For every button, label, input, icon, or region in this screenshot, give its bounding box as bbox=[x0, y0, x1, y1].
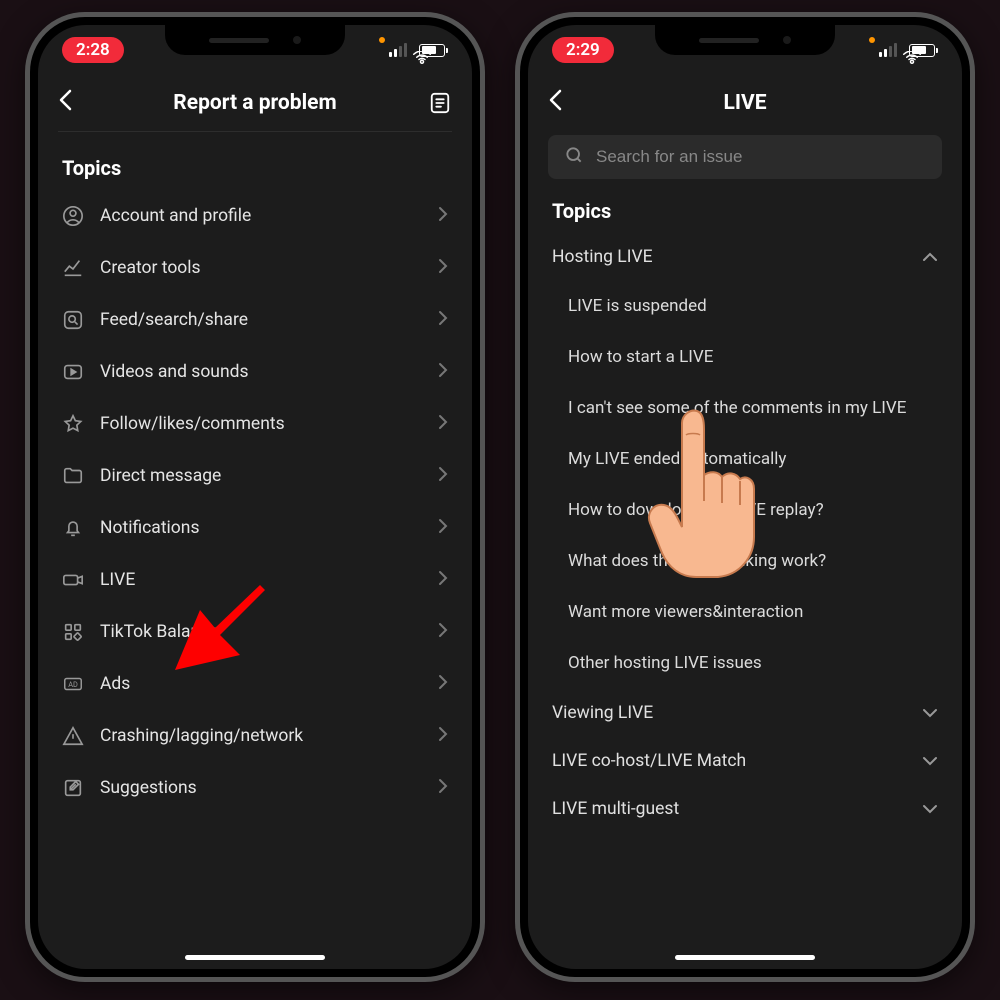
chart-icon bbox=[62, 257, 84, 279]
accordion-cohost[interactable]: LIVE co-host/LIVE Match bbox=[528, 737, 962, 785]
chevron-right-icon bbox=[438, 310, 448, 330]
sub-item-comments[interactable]: I can't see some of the comments in my L… bbox=[568, 383, 938, 434]
recording-indicator-dot bbox=[379, 37, 385, 43]
search-input[interactable] bbox=[596, 147, 926, 167]
chevron-right-icon bbox=[438, 570, 448, 590]
sub-item-download-replay[interactable]: How to download my LIVE replay? bbox=[568, 485, 938, 536]
search-icon bbox=[62, 309, 84, 331]
chevron-right-icon bbox=[438, 726, 448, 746]
chevron-right-icon bbox=[438, 622, 448, 642]
recording-indicator-dot bbox=[869, 37, 875, 43]
section-title: Topics bbox=[528, 183, 962, 233]
phone-left: 2:28 Report a problem Topics bbox=[25, 12, 485, 982]
menu-item-balance[interactable]: TikTok Balance bbox=[58, 606, 452, 658]
phone-right: 2:29 LIVE bbox=[515, 12, 975, 982]
chevron-up-icon bbox=[922, 247, 938, 267]
warning-icon bbox=[62, 725, 84, 747]
status-time: 2:29 bbox=[552, 37, 614, 63]
menu-item-dm[interactable]: Direct message bbox=[58, 450, 452, 502]
menu-item-suggestions[interactable]: Suggestions bbox=[58, 762, 452, 814]
battery-icon bbox=[419, 44, 448, 57]
chevron-right-icon bbox=[438, 414, 448, 434]
sub-item-start-live[interactable]: How to start a LIVE bbox=[568, 332, 938, 383]
cellular-signal-icon bbox=[389, 43, 407, 57]
account-icon bbox=[62, 205, 84, 227]
accordion-label: Viewing LIVE bbox=[552, 703, 653, 723]
home-indicator[interactable] bbox=[675, 955, 815, 960]
menu-item-videos[interactable]: Videos and sounds bbox=[58, 346, 452, 398]
accordion-hosting-live[interactable]: Hosting LIVE bbox=[528, 233, 962, 281]
status-time: 2:28 bbox=[62, 37, 124, 63]
search-icon bbox=[564, 145, 584, 169]
accordion-label: LIVE co-host/LIVE Match bbox=[552, 751, 746, 771]
report-log-button[interactable] bbox=[428, 92, 452, 114]
nav-bar: Report a problem bbox=[38, 75, 472, 131]
divider bbox=[58, 131, 452, 132]
menu-item-feed[interactable]: Feed/search/share bbox=[58, 294, 452, 346]
sub-item-suspended[interactable]: LIVE is suspended bbox=[568, 281, 938, 332]
video-icon bbox=[62, 361, 84, 383]
menu-item-live[interactable]: LIVE bbox=[58, 554, 452, 606]
nav-bar: LIVE bbox=[528, 75, 962, 131]
chevron-right-icon bbox=[438, 674, 448, 694]
chevron-down-icon bbox=[922, 703, 938, 723]
folder-icon bbox=[62, 465, 84, 487]
menu-item-follow[interactable]: Follow/likes/comments bbox=[58, 398, 452, 450]
star-icon bbox=[62, 413, 84, 435]
ad-icon: AD bbox=[62, 673, 84, 695]
sub-item-more-viewers[interactable]: Want more viewers&interaction bbox=[568, 587, 938, 638]
search-box[interactable] bbox=[548, 135, 942, 179]
accordion-label: LIVE multi-guest bbox=[552, 799, 679, 819]
section-title: Topics bbox=[38, 140, 472, 190]
chevron-down-icon bbox=[922, 799, 938, 819]
chevron-right-icon bbox=[438, 362, 448, 382]
back-button[interactable] bbox=[548, 89, 572, 117]
chevron-right-icon bbox=[438, 518, 448, 538]
sub-item-other-hosting[interactable]: Other hosting LIVE issues bbox=[568, 638, 938, 689]
hosting-live-sublist: LIVE is suspended How to start a LIVE I … bbox=[528, 281, 962, 689]
grid-icon bbox=[62, 621, 84, 643]
cellular-signal-icon bbox=[879, 43, 897, 57]
back-button[interactable] bbox=[58, 89, 82, 117]
page-title: LIVE bbox=[572, 91, 918, 115]
topics-menu: Account and profile Creator tools Feed/s… bbox=[38, 190, 472, 814]
menu-item-creator[interactable]: Creator tools bbox=[58, 242, 452, 294]
page-title: Report a problem bbox=[82, 91, 428, 115]
menu-item-account[interactable]: Account and profile bbox=[58, 190, 452, 242]
notch bbox=[165, 25, 345, 55]
notch bbox=[655, 25, 835, 55]
accordion-label: Hosting LIVE bbox=[552, 247, 653, 267]
search-container bbox=[528, 131, 962, 183]
battery-icon bbox=[909, 44, 938, 57]
chevron-right-icon bbox=[438, 258, 448, 278]
accordion-multiguest[interactable]: LIVE multi-guest bbox=[528, 785, 962, 833]
accordion-viewing-live[interactable]: Viewing LIVE bbox=[528, 689, 962, 737]
live-icon bbox=[62, 569, 84, 591]
edit-icon bbox=[62, 777, 84, 799]
menu-item-crashing[interactable]: Crashing/lagging/network bbox=[58, 710, 452, 762]
sub-item-host-ranking[interactable]: What does the Host ranking work? bbox=[568, 536, 938, 587]
menu-item-ads[interactable]: AD Ads bbox=[58, 658, 452, 710]
chevron-right-icon bbox=[438, 778, 448, 798]
sub-item-ended[interactable]: My LIVE ended automatically bbox=[568, 434, 938, 485]
home-indicator[interactable] bbox=[185, 955, 325, 960]
chevron-down-icon bbox=[922, 751, 938, 771]
chevron-right-icon bbox=[438, 206, 448, 226]
chevron-right-icon bbox=[438, 466, 448, 486]
menu-item-notifications[interactable]: Notifications bbox=[58, 502, 452, 554]
bell-icon bbox=[62, 517, 84, 539]
svg-text:AD: AD bbox=[68, 680, 78, 689]
